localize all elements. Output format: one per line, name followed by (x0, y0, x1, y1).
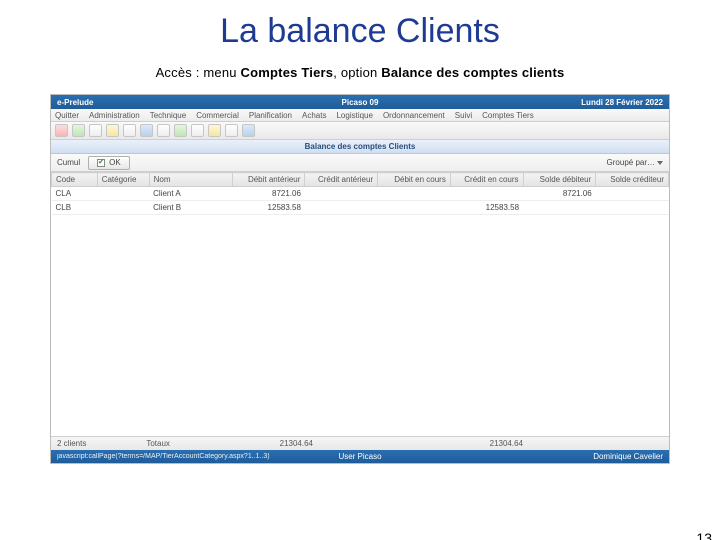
col-header[interactable]: Débit en cours (378, 173, 451, 187)
data-table: Code Catégorie Nom Débit antérieur Crédi… (51, 172, 669, 436)
menu-item[interactable]: Ordonnancement (383, 111, 445, 120)
table-row[interactable]: CLBClient B 12583.58 12583.58 (52, 201, 669, 215)
app-window: e-Prelude Picaso 09 Lundi 28 Février 202… (50, 94, 670, 464)
toolbar (51, 122, 669, 140)
menubar: Quitter Administration Technique Commerc… (51, 109, 669, 122)
cumul-label: Cumul (57, 158, 80, 167)
status-bar: javascript:callPage(?terms=/MAP/TierAcco… (51, 450, 669, 463)
col-header[interactable]: Code (52, 173, 98, 187)
slide-title: La balance Clients (0, 12, 720, 51)
row-count: 2 clients (57, 439, 86, 448)
slide-subtitle: Accès : menu Comptes Tiers, option Balan… (0, 65, 720, 80)
ok-button[interactable]: OK (88, 156, 130, 170)
col-header[interactable]: Crédit en cours (450, 173, 523, 187)
app-titlebar: e-Prelude Picaso 09 Lundi 28 Février 202… (51, 95, 669, 109)
toolbar-icon[interactable] (242, 124, 255, 137)
menu-item[interactable]: Logistique (336, 111, 372, 120)
menu-item[interactable]: Suivi (455, 111, 472, 120)
filter-bar: Cumul OK Groupé par… (51, 154, 669, 172)
check-icon (97, 159, 105, 167)
menu-item[interactable]: Commercial (196, 111, 239, 120)
toolbar-icon[interactable] (72, 124, 85, 137)
toolbar-icon[interactable] (208, 124, 221, 137)
toolbar-icon[interactable] (140, 124, 153, 137)
toolbar-icon[interactable] (174, 124, 187, 137)
document-name: Picaso 09 (51, 98, 669, 107)
menu-item[interactable]: Planification (249, 111, 292, 120)
total-value: 21304.64 (243, 439, 313, 448)
page-number: 13 (696, 530, 712, 540)
col-header[interactable]: Crédit antérieur (305, 173, 378, 187)
menu-item[interactable]: Quitter (55, 111, 79, 120)
status-author: Dominique Cavelier (593, 452, 663, 461)
toolbar-icon[interactable] (123, 124, 136, 137)
totaux-label: Totaux (146, 439, 170, 448)
toolbar-icon[interactable] (89, 124, 102, 137)
col-header[interactable]: Nom (149, 173, 232, 187)
menu-item[interactable]: Achats (302, 111, 326, 120)
app-name: e-Prelude (57, 98, 93, 107)
toolbar-icon[interactable] (157, 124, 170, 137)
toolbar-icon[interactable] (191, 124, 204, 137)
group-by-dropdown[interactable]: Groupé par… (607, 158, 663, 167)
chevron-down-icon (657, 161, 663, 165)
col-header[interactable]: Débit antérieur (232, 173, 305, 187)
col-header[interactable]: Solde débiteur (523, 173, 596, 187)
col-header[interactable]: Catégorie (97, 173, 149, 187)
view-title: Balance des comptes Clients (51, 140, 669, 154)
total-value: 21304.64 (453, 439, 523, 448)
table-row[interactable]: CLAClient A 8721.06 8721.06 (52, 187, 669, 201)
summary-bar: 2 clients Totaux 21304.64 21304.64 (51, 436, 669, 450)
toolbar-icon[interactable] (106, 124, 119, 137)
header-row: Code Catégorie Nom Débit antérieur Crédi… (52, 173, 669, 187)
col-header[interactable]: Solde créditeur (596, 173, 669, 187)
menu-item[interactable]: Comptes Tiers (482, 111, 534, 120)
toolbar-icon[interactable] (55, 124, 68, 137)
menu-item[interactable]: Technique (150, 111, 186, 120)
app-date: Lundi 28 Février 2022 (581, 98, 663, 107)
menu-item[interactable]: Administration (89, 111, 140, 120)
status-left: javascript:callPage(?terms=/MAP/TierAcco… (57, 453, 270, 460)
toolbar-icon[interactable] (225, 124, 238, 137)
